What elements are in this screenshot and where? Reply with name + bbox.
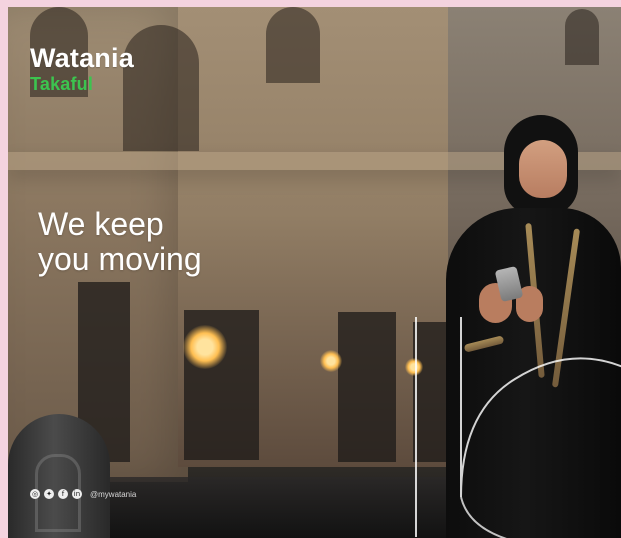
- arch-window: [123, 25, 199, 151]
- brand-logo: Watania Takaful: [30, 43, 134, 94]
- woman-with-phone: [446, 58, 621, 538]
- facebook-icon[interactable]: f: [58, 489, 68, 499]
- linkedin-icon[interactable]: in: [72, 489, 82, 499]
- street-light: [405, 358, 423, 376]
- street-light: [320, 350, 342, 372]
- hero-headline: We keep you moving: [38, 206, 202, 277]
- street-light: [183, 325, 227, 369]
- brand-subname: Takaful: [30, 74, 94, 94]
- arch-window: [565, 9, 599, 65]
- social-links: ◎ ✦ f in @mywatania: [30, 489, 136, 499]
- storefront-window: [338, 312, 396, 462]
- social-handle[interactable]: @mywatania: [90, 490, 136, 499]
- decorative-pillar: [8, 414, 110, 538]
- arch-window: [266, 7, 320, 83]
- twitter-icon[interactable]: ✦: [44, 489, 54, 499]
- ad-frame: Watania Takaful We keep you moving ◎ ✦ f…: [8, 7, 621, 538]
- brand-name: Watania: [30, 43, 134, 73]
- instagram-icon[interactable]: ◎: [30, 489, 40, 499]
- woman-face: [519, 140, 567, 198]
